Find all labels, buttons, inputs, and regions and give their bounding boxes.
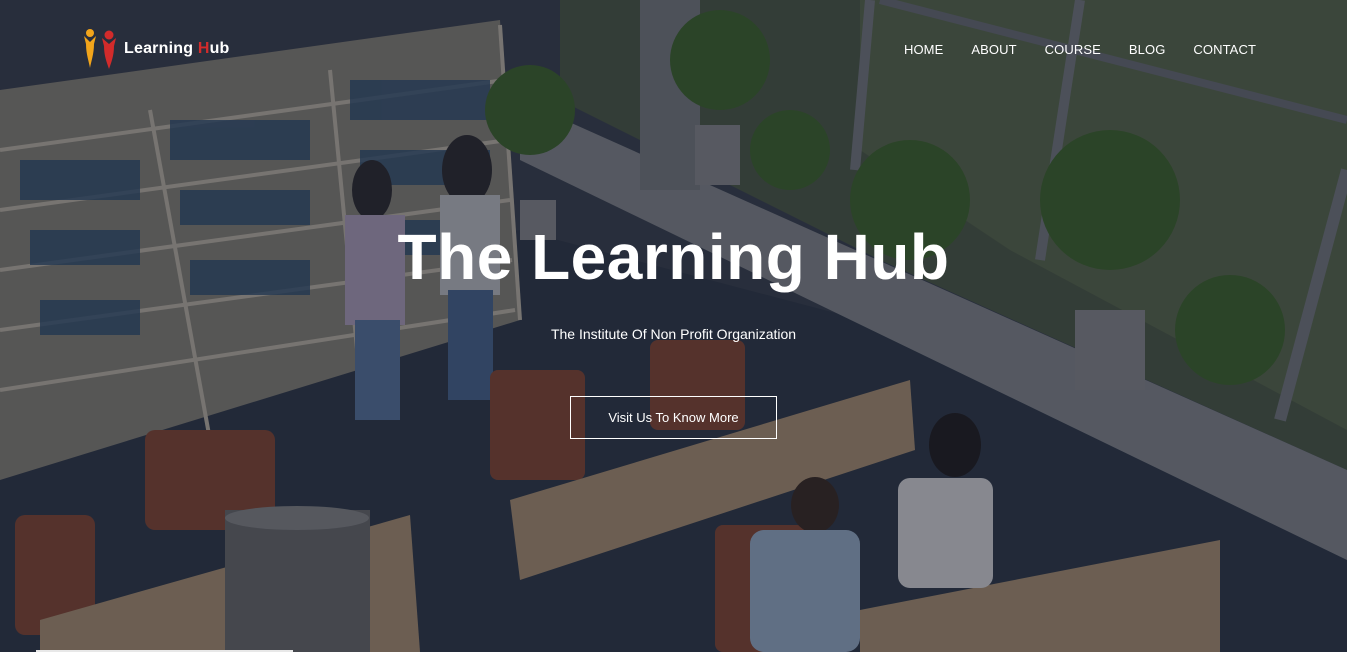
nav-item-course[interactable]: COURSE: [1045, 42, 1101, 57]
logo-text: Learning Hub: [124, 40, 230, 57]
hero-subtitle: The Institute Of Non Profit Organization: [550, 326, 797, 342]
site-logo[interactable]: Learning Hub: [80, 28, 230, 70]
nav-item-home[interactable]: HOME: [904, 42, 943, 57]
nav-item-blog[interactable]: BLOG: [1129, 42, 1166, 57]
visit-us-button[interactable]: Visit Us To Know More: [570, 396, 777, 439]
main-nav: HOME ABOUT COURSE BLOG CONTACT: [876, 42, 1256, 57]
hero-title: The Learning Hub: [397, 221, 950, 293]
people-logo-icon: [84, 29, 116, 69]
nav-item-about[interactable]: ABOUT: [971, 42, 1016, 57]
nav-item-contact[interactable]: CONTACT: [1193, 42, 1256, 57]
hero-section: Learning Hub HOME ABOUT COURSE BLOG CONT…: [0, 0, 1347, 652]
